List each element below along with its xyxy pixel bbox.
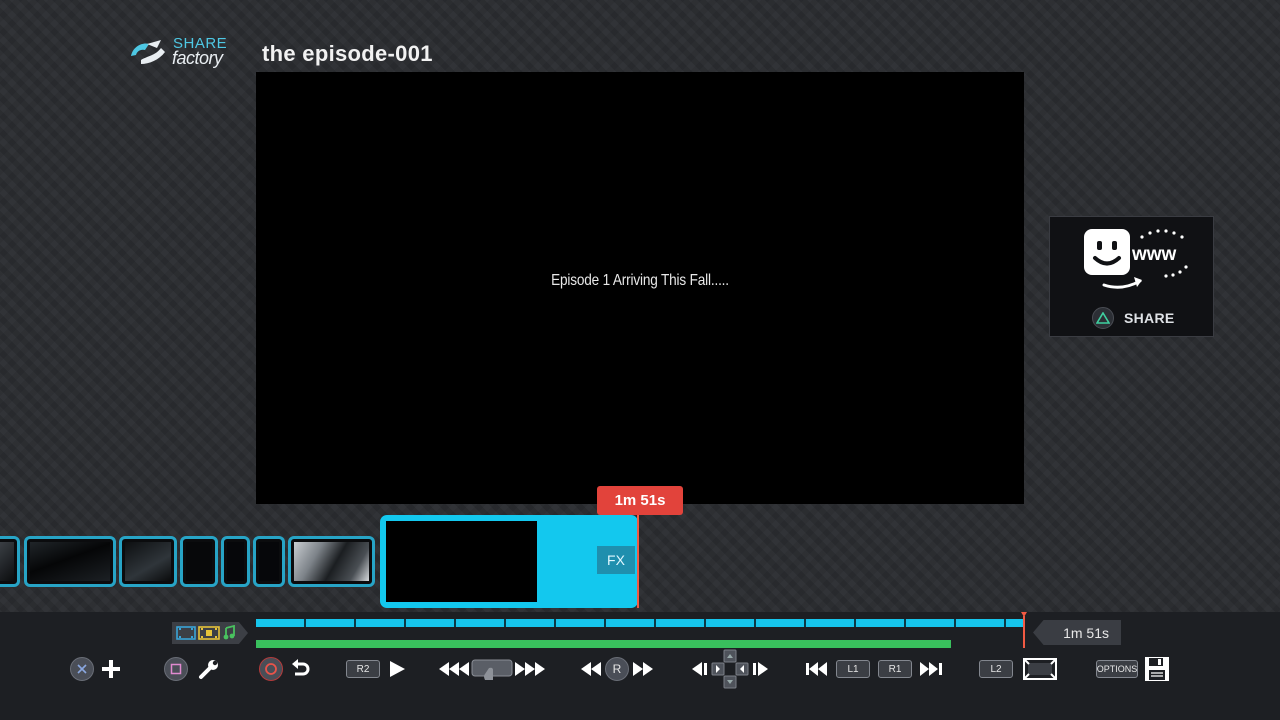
timeline-clip[interactable] [180, 536, 218, 587]
end-marker [1021, 612, 1027, 648]
music-track-icon [223, 625, 235, 640]
add-clip-control[interactable] [68, 657, 124, 681]
svg-text:www: www [1131, 244, 1177, 265]
r1-key: R1 [878, 660, 912, 678]
video-preview[interactable]: Episode 1 Arriving This Fall..... [256, 72, 1024, 504]
total-duration-tag: 1m 51s [1033, 620, 1121, 645]
playhead[interactable] [637, 515, 639, 608]
rewind-icon [581, 662, 601, 676]
timeline-clip-selected[interactable]: FX [380, 515, 638, 608]
track-type-indicator [172, 622, 248, 644]
share-label: SHARE [1124, 310, 1175, 326]
forward-icon [633, 662, 653, 676]
r-stick-button: R [605, 657, 629, 681]
skip-back-icon [806, 662, 827, 676]
sharefactory-logo: SHARE factory [127, 34, 239, 70]
skip-control[interactable]: L1 R1 [804, 660, 944, 678]
options-key: OPTIONS [1096, 660, 1138, 678]
save-control[interactable]: OPTIONS [1094, 655, 1172, 683]
timeline-clip[interactable] [221, 536, 250, 587]
audio-track-bar[interactable] [256, 640, 951, 648]
r2-key: R2 [346, 660, 380, 678]
fullscreen-control[interactable]: L2 [978, 657, 1058, 681]
undo-control[interactable] [257, 657, 313, 681]
fast-rewind-icon [439, 662, 469, 676]
edit-clip-control[interactable] [162, 657, 222, 681]
sharefactory-logo-icon [131, 40, 165, 64]
clip-thumbnail [386, 521, 537, 602]
frame-back-icon [692, 662, 707, 676]
fullscreen-icon [1023, 658, 1057, 680]
triangle-button-icon [1092, 307, 1114, 329]
dpad-icon [711, 649, 749, 689]
play-control[interactable]: R2 [346, 660, 406, 678]
timeline-clip[interactable] [253, 536, 285, 587]
timeline-clip[interactable] [119, 536, 177, 587]
right-stick-scrub-control[interactable]: R [578, 657, 656, 681]
smiley-www-share-icon: www [1084, 229, 1188, 289]
preview-caption: Episode 1 Arriving This Fall..... [551, 272, 729, 289]
undo-icon [292, 659, 310, 676]
touchpad-icon [471, 659, 513, 680]
plus-icon [102, 660, 120, 678]
control-panel: 1m 51s R2 R L1 R1 L2 OPTIONS [0, 612, 1280, 720]
video-track-icon [176, 626, 196, 640]
fast-forward-icon [515, 662, 545, 676]
l1-key: L1 [836, 660, 870, 678]
timeline-clip[interactable] [0, 536, 20, 587]
project-title: the episode-001 [262, 41, 433, 66]
save-icon [1145, 657, 1169, 681]
l2-key: L2 [979, 660, 1013, 678]
circle-button-icon [259, 657, 283, 681]
cross-button-icon [70, 657, 94, 681]
timeline-clip[interactable] [288, 536, 375, 587]
scrub-control[interactable] [438, 656, 546, 682]
share-panel[interactable]: www SHARE [1049, 216, 1214, 337]
share-button[interactable]: SHARE [1092, 306, 1175, 330]
video-track-bar[interactable] [256, 619, 1024, 627]
current-time-badge: 1m 51s [597, 486, 683, 515]
timeline-clip[interactable] [24, 536, 116, 587]
wrench-icon [199, 660, 218, 679]
square-button-icon [164, 657, 188, 681]
play-icon [390, 661, 405, 677]
skip-forward-icon [920, 662, 942, 676]
overlay-track-icon [198, 626, 220, 640]
frame-step-control[interactable] [688, 648, 772, 690]
fx-button[interactable]: FX [597, 546, 635, 574]
frame-forward-icon [753, 662, 768, 676]
logo-factory-text: factory [172, 48, 223, 68]
